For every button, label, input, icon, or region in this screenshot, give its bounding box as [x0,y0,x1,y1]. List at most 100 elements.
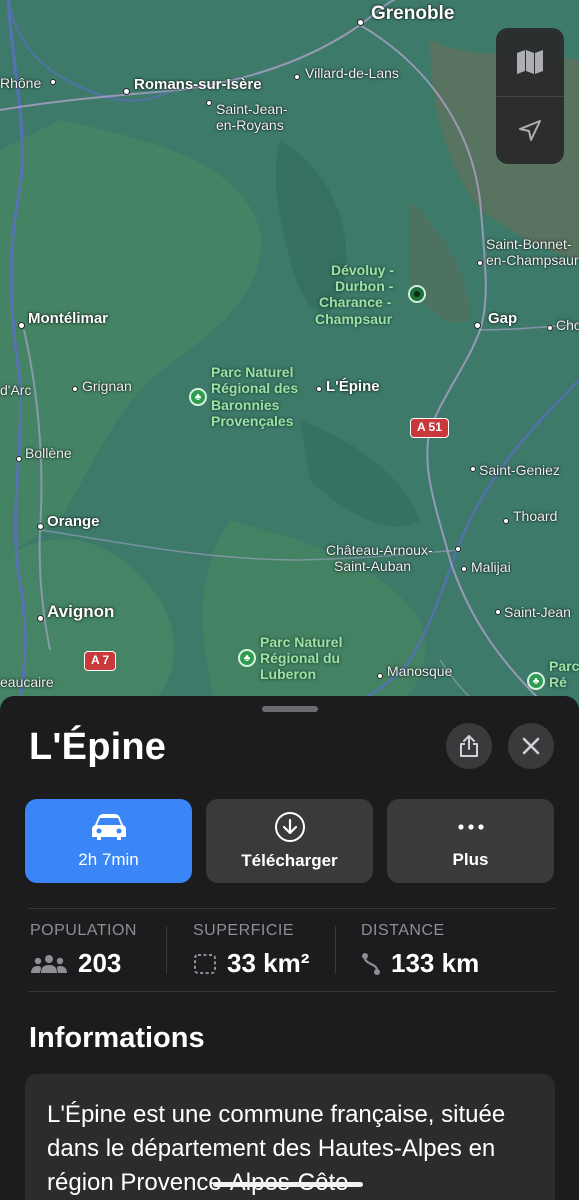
park-pin-icon[interactable]: ♣ [189,388,207,406]
route-icon [362,952,380,975]
city-dot [18,322,25,329]
city-label-saint-geniez[interactable]: Saint-Geniez [479,463,560,478]
divider [335,926,336,974]
home-indicator[interactable] [213,1182,363,1187]
city-dot [455,546,461,552]
city-dot [470,466,476,472]
divider [29,908,555,909]
city-label-saint-bonnet-2[interactable]: en-Champsaur [486,253,579,268]
city-label-avignon[interactable]: Avignon [47,603,114,621]
car-icon [91,814,126,840]
divider [29,991,555,992]
city-label-saint-jean-2[interactable]: en-Royans [216,118,284,133]
park-label-luberon-2[interactable]: Régional du [260,651,340,666]
location-arrow-icon [519,119,541,141]
city-label-lepine[interactable]: L'Épine [326,379,380,395]
city-dot [495,609,501,615]
city-label-beaucaire[interactable]: eaucaire [0,675,54,690]
map-icon [517,50,543,74]
city-label-grignan[interactable]: Grignan [82,379,132,394]
city-label-saint-jean-2nd[interactable]: Saint-Jean [504,605,571,620]
city-dot [37,523,44,530]
city-dot [206,100,212,106]
more-icon [457,824,484,830]
park-label-r-2[interactable]: Ré [549,675,567,690]
city-label-chateau-2[interactable]: Saint-Auban [334,559,411,574]
directions-label: 2h 7min [78,850,139,869]
city-label-chateau-1[interactable]: Château-Arnoux- [326,543,433,558]
park-label-r-1[interactable]: Parc [549,659,579,674]
park-label-luberon-3[interactable]: Luberon [260,667,316,682]
city-label-orange[interactable]: Orange [47,514,100,530]
stat-superficie: SUPERFICIE 33 km² [193,922,309,979]
city-label-bollene[interactable]: Bollène [25,446,72,461]
city-label-thoard[interactable]: Thoard [513,509,557,524]
city-label-malijai[interactable]: Malijai [471,560,511,575]
stat-value: 133 km [391,948,480,978]
city-label-saint-jean-1[interactable]: Saint-Jean- [216,102,288,117]
city-label-rhone[interactable]: Rhône [0,76,41,91]
road-shield-a7: A 7 [84,651,117,671]
city-label-romans[interactable]: Romans-sur-Isère [134,77,262,93]
close-icon [522,737,540,755]
download-button[interactable]: Télécharger [206,799,373,883]
map-controls [496,28,564,164]
place-title: L'Épine [29,726,167,768]
city-label-manosque[interactable]: Manosque [387,664,452,679]
city-dot [461,566,467,572]
map-mode-button[interactable] [496,28,564,96]
share-button[interactable] [446,723,492,769]
park-label-baronnies-2[interactable]: Régional des [211,381,298,396]
road-shield-a51: A 51 [410,418,449,438]
close-button[interactable] [508,723,554,769]
park-label-devoluy-3[interactable]: Charance - [319,295,391,310]
sheet-grabber[interactable] [262,706,318,712]
city-label-villard[interactable]: Villard-de-Lans [305,66,399,81]
city-dot [357,19,364,26]
area-icon [194,953,216,974]
stat-distance: DISTANCE 133 km [361,922,479,979]
download-label: Télécharger [241,851,338,870]
stat-key: POPULATION [30,922,137,939]
city-dot [377,673,383,679]
park-label-baronnies-3[interactable]: Baronnies [211,398,279,413]
city-dot [316,386,322,392]
share-icon [460,735,478,757]
city-dot [50,79,56,85]
download-icon [274,812,305,842]
stat-key: DISTANCE [361,922,445,939]
city-label-saint-bonnet-1[interactable]: Saint-Bonnet- [486,237,572,252]
stat-value: 203 [78,948,122,978]
city-dot [503,518,509,524]
poi-pin-icon[interactable] [408,285,426,303]
park-label-baronnies-1[interactable]: Parc Naturel [211,365,293,380]
locate-button[interactable] [496,96,564,164]
city-label-darc[interactable]: d'Arc [0,383,31,398]
stat-value: 33 km² [227,948,310,978]
city-label-gap[interactable]: Gap [488,311,517,327]
stat-population: POPULATION 203 [30,922,137,979]
city-label-montelimar[interactable]: Montélimar [28,311,108,327]
park-label-baronnies-4[interactable]: Provençales [211,414,294,429]
park-label-devoluy-2[interactable]: Durbon - [335,279,393,294]
directions-button[interactable]: 2h 7min [25,799,192,883]
divider [166,926,167,974]
city-label-chorges[interactable]: Cho [556,318,579,333]
stat-key: SUPERFICIE [193,922,295,939]
more-button[interactable]: Plus [387,799,554,883]
city-label-grenoble[interactable]: Grenoble [371,4,454,24]
park-pin-icon[interactable]: ♣ [238,649,256,667]
people-icon [31,954,67,973]
city-dot [474,322,481,329]
city-dot [547,325,553,331]
more-label: Plus [452,850,489,869]
city-dot [477,260,483,266]
park-label-devoluy-4[interactable]: Champsaur [315,312,392,327]
park-label-luberon-1[interactable]: Parc Naturel [260,635,342,650]
city-dot [16,456,22,462]
park-pin-icon[interactable]: ♣ [527,672,545,690]
map-view[interactable]: Grenoble Rhône Romans-sur-Isère Villard-… [0,0,579,720]
city-dot [37,615,44,622]
park-label-devoluy-1[interactable]: Dévoluy - [331,263,394,278]
info-title: Informations [29,1022,205,1054]
